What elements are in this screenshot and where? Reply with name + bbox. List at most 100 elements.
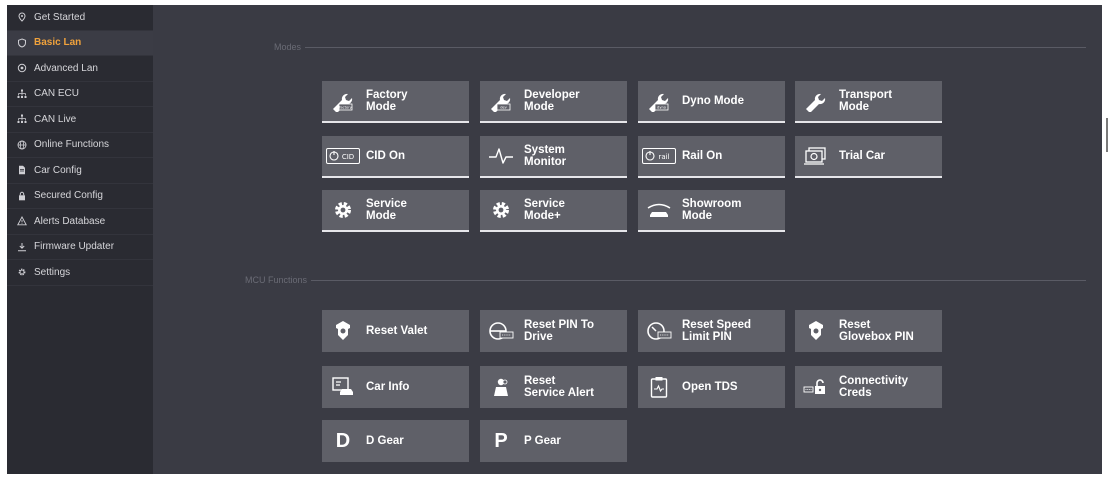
- reset-service-alert-button[interactable]: Reset Service Alert: [480, 366, 627, 408]
- tile-label: Reset Valet: [366, 325, 428, 337]
- showroom-mode-button[interactable]: Showroom Mode: [638, 190, 785, 232]
- network-icon: [15, 88, 29, 100]
- file-icon: [15, 164, 29, 176]
- money-icon: [799, 146, 833, 166]
- tile-label: P Gear: [524, 435, 561, 447]
- sidebar-item-firmware-updater[interactable]: Firmware Updater: [7, 235, 153, 260]
- sidebar-item-label: Secured Config: [34, 190, 103, 202]
- section-label: Modes: [274, 42, 302, 52]
- tile-label: D Gear: [366, 435, 404, 447]
- d-gear-icon: D: [335, 429, 351, 452]
- valet-icon: [326, 320, 360, 342]
- tile-label: Reset Service Alert: [524, 375, 594, 399]
- developer-mode-button[interactable]: dev Developer Mode: [480, 81, 627, 123]
- pin-icon: [15, 11, 29, 23]
- trial-car-button[interactable]: Trial Car: [795, 136, 942, 178]
- reset-glovebox-pin-button[interactable]: Reset Glovebox PIN: [795, 310, 942, 352]
- power-rail-icon: rail: [642, 148, 676, 164]
- svg-text:CID: CID: [342, 153, 354, 161]
- factory-mode-button[interactable]: factory Factory Mode: [322, 81, 469, 123]
- tile-label: Reset PIN To Drive: [524, 319, 595, 343]
- sidebar-item-label: Car Config: [34, 164, 82, 176]
- open-tds-button[interactable]: Open TDS: [638, 366, 785, 408]
- reset-pin-to-drive-button[interactable]: Reset PIN To Drive: [480, 310, 627, 352]
- dyno-mode-button[interactable]: dyno Dyno Mode: [638, 81, 785, 123]
- tile-label: Reset Speed Limit PIN: [682, 319, 752, 343]
- wrench-icon: dyno: [642, 90, 676, 112]
- svg-text:dyno: dyno: [657, 106, 666, 110]
- gear-icon: [484, 200, 518, 220]
- svg-text:dev: dev: [500, 106, 507, 110]
- modes-section-header: Modes: [274, 42, 1086, 52]
- sidebar-item-label: Basic Lan: [34, 37, 82, 49]
- service-mode-button[interactable]: Service Mode: [322, 190, 469, 232]
- car-info-icon: [326, 377, 360, 397]
- p-gear-icon: P: [494, 429, 508, 452]
- steering-wheel-icon: [484, 321, 518, 341]
- clipboard-icon: [642, 376, 676, 398]
- sidebar-item-basic-lan[interactable]: Basic Lan: [7, 30, 153, 56]
- sidebar-item-alerts-database[interactable]: Alerts Database: [7, 209, 153, 235]
- sidebar-item-advanced-lan[interactable]: Advanced Lan: [7, 56, 153, 82]
- app-window: Get Started Basic Lan Advanced Lan CAN E…: [7, 5, 1102, 474]
- sidebar: Get Started Basic Lan Advanced Lan CAN E…: [7, 5, 153, 474]
- lock-icon: [15, 190, 29, 202]
- tile-label: Trial Car: [839, 150, 886, 162]
- sidebar-item-car-config[interactable]: Car Config: [7, 158, 153, 184]
- tile-label: Reset Glovebox PIN: [839, 319, 914, 343]
- reset-valet-button[interactable]: Reset Valet: [322, 310, 469, 352]
- sidebar-item-label: Online Functions: [34, 139, 110, 151]
- sidebar-item-label: CAN Live: [34, 113, 77, 125]
- tile-label: Showroom Mode: [682, 198, 742, 222]
- service-mode-plus-button[interactable]: Service Mode+: [480, 190, 627, 232]
- wrench-icon: factory: [326, 90, 360, 112]
- sidebar-item-secured-config[interactable]: Secured Config: [7, 184, 153, 209]
- tile-label: Connectivity Creds: [839, 375, 909, 399]
- shield-icon: [15, 37, 29, 49]
- tile-label: Dyno Mode: [682, 95, 744, 107]
- tile-label: Car Info: [366, 381, 410, 393]
- tile-label: System Monitor: [524, 144, 567, 168]
- globe-icon: [15, 139, 29, 151]
- sidebar-item-can-live[interactable]: CAN Live: [7, 107, 153, 133]
- tile-label: Developer Mode: [524, 89, 580, 113]
- target-icon: [15, 62, 29, 74]
- scrollbar-thumb[interactable]: [1106, 118, 1108, 152]
- wrench-icon: [799, 90, 833, 112]
- sidebar-item-can-ecu[interactable]: CAN ECU: [7, 82, 153, 107]
- cid-on-button[interactable]: CID CID On: [322, 136, 469, 178]
- transport-mode-button[interactable]: Transport Mode: [795, 81, 942, 123]
- pulse-icon: [484, 146, 518, 166]
- power-cid-icon: CID: [326, 148, 360, 164]
- sidebar-item-label: Settings: [34, 266, 71, 278]
- divider: [311, 279, 1086, 281]
- reset-speed-limit-pin-button[interactable]: Reset Speed Limit PIN: [638, 310, 785, 352]
- p-gear-button[interactable]: P P Gear: [480, 420, 627, 462]
- warning-icon: [15, 215, 29, 227]
- svg-text:rail: rail: [658, 153, 669, 161]
- tile-label: Open TDS: [682, 381, 738, 393]
- car-info-button[interactable]: Car Info: [322, 366, 469, 408]
- tile-label: Service Mode: [366, 198, 407, 222]
- rail-on-button[interactable]: rail Rail On: [638, 136, 785, 178]
- wrench-icon: dev: [484, 90, 518, 112]
- connectivity-creds-button[interactable]: Connectivity Creds: [795, 366, 942, 408]
- sidebar-item-label: Firmware Updater: [34, 241, 115, 253]
- sidebar-item-label: Get Started: [34, 11, 86, 23]
- network-icon: [15, 113, 29, 125]
- main-content: Modes factory Factory Mode dev Developer…: [153, 5, 1102, 474]
- tile-label: Factory Mode: [366, 89, 408, 113]
- tile-label: Service Mode+: [524, 198, 565, 222]
- tile-label: Rail On: [682, 150, 723, 162]
- sidebar-item-label: Alerts Database: [34, 215, 106, 227]
- d-gear-button[interactable]: D D Gear: [322, 420, 469, 462]
- sidebar-item-settings[interactable]: Settings: [7, 260, 153, 286]
- section-label: MCU Functions: [245, 275, 308, 285]
- sidebar-item-label: CAN ECU: [34, 88, 80, 100]
- gear-icon: [326, 200, 360, 220]
- mcu-section-header: MCU Functions: [245, 275, 1086, 285]
- system-monitor-button[interactable]: System Monitor: [480, 136, 627, 178]
- sidebar-item-online-functions[interactable]: Online Functions: [7, 133, 153, 158]
- sidebar-item-get-started[interactable]: Get Started: [7, 5, 153, 31]
- speedometer-icon: [642, 321, 676, 341]
